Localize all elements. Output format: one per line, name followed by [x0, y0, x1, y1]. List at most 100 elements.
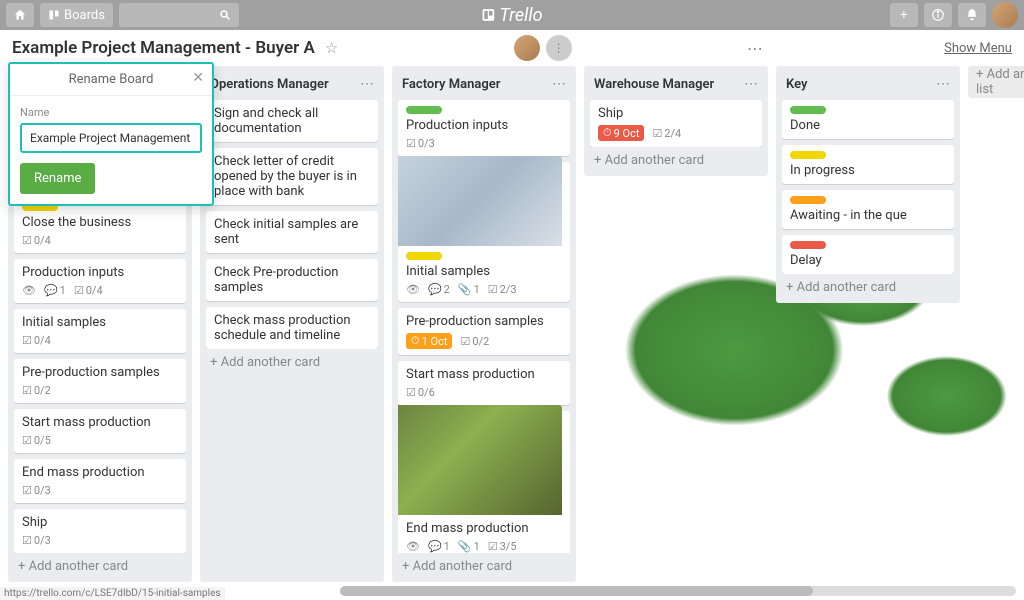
checklist-badge: ☑ 0/5 — [22, 434, 51, 447]
list-title[interactable]: Key — [786, 77, 936, 92]
card[interactable]: End mass production 👁 💬 1 📎 1 ☑ 3/5 — [398, 411, 570, 553]
watch-icon: 👁 — [406, 283, 420, 296]
card[interactable]: Start mass production ☑ 0/5 — [14, 409, 186, 453]
name-field-label: Name — [20, 106, 202, 119]
card[interactable]: Delay — [782, 235, 954, 274]
label-orange — [790, 196, 826, 204]
checklist-badge: ☑ 0/6 — [406, 386, 435, 399]
checklist-badge: ☑ 0/2 — [22, 384, 51, 397]
add-member-button[interactable]: ⋮ — [546, 35, 572, 61]
add-card-button[interactable]: + Add another card — [206, 349, 378, 372]
member-avatar[interactable] — [514, 35, 540, 61]
star-icon[interactable]: ☆ — [325, 39, 338, 57]
card[interactable]: Pre-production samples ⏱ 1 Oct ☑ 0/2 — [398, 308, 570, 355]
trello-logo: Trello — [481, 5, 542, 26]
card[interactable]: Done — [782, 100, 954, 139]
user-avatar[interactable] — [992, 2, 1018, 28]
card-title: Ship — [598, 106, 754, 121]
rename-button[interactable]: Rename — [20, 163, 95, 194]
notifications-button[interactable] — [958, 3, 986, 27]
popover-header: Rename Board ✕ — [10, 64, 212, 96]
boards-label: Boards — [64, 8, 105, 23]
card-title: Initial samples — [406, 264, 562, 279]
card[interactable]: Check initial samples are sent — [206, 211, 378, 253]
info-button[interactable] — [924, 3, 952, 27]
card-title: Check initial samples are sent — [214, 217, 358, 247]
add-card-button[interactable]: + Add another card — [590, 147, 762, 170]
card-title: Awaiting - in the que — [790, 208, 907, 223]
global-header: Boards Trello + — [0, 0, 1024, 30]
card[interactable]: Ship ☑ 0/3 — [14, 509, 186, 553]
card[interactable]: Ship ⏱ 9 Oct ☑ 2/4 — [590, 100, 762, 147]
close-icon[interactable]: ✕ — [192, 70, 204, 86]
board-name-input[interactable] — [20, 123, 202, 153]
home-button[interactable] — [6, 3, 34, 27]
card-title: Start mass production — [406, 367, 562, 382]
card-cover-image — [398, 156, 562, 246]
add-card-button[interactable]: + Add another card — [14, 553, 186, 576]
label-green — [406, 106, 442, 114]
checklist-badge: ☑ 0/4 — [22, 234, 51, 247]
attachment-badge: 📎 1 — [458, 283, 480, 296]
card[interactable]: End mass production ☑ 0/3 — [14, 459, 186, 503]
card-title: Done — [790, 118, 820, 133]
list-factory-manager: Factory Manager⋯ Production inputs ☑ 0/3… — [392, 66, 576, 582]
checklist-badge: ☑ 0/4 — [74, 284, 103, 297]
card-title: Close the business — [22, 215, 178, 230]
card-title: End mass production — [22, 465, 178, 480]
card-title: Start mass production — [22, 415, 178, 430]
popover-title: Rename Board — [69, 72, 154, 87]
checklist-badge: ☑ 0/3 — [22, 534, 51, 547]
card-title: Sign and check all documentation — [214, 106, 318, 136]
card[interactable]: Initial samples 👁 💬 2 📎 1 ☑ 2/3 — [398, 162, 570, 302]
card-title: Pre-production samples — [406, 314, 562, 329]
checklist-badge: ☑ 2/3 — [488, 283, 517, 296]
label-red — [790, 241, 826, 249]
list-menu-icon[interactable]: ⋯ — [744, 76, 758, 92]
board-title[interactable]: Example Project Management - Buyer A — [12, 38, 315, 58]
card[interactable]: Check letter of credit opened by the buy… — [206, 148, 378, 205]
card[interactable]: Check mass production schedule and timel… — [206, 307, 378, 349]
card[interactable]: Pre-production samples ☑ 0/2 — [14, 359, 186, 403]
card-title: Initial samples — [22, 315, 178, 330]
checklist-badge: ☑ 3/5 — [488, 540, 517, 553]
card[interactable]: Awaiting - in the que — [782, 190, 954, 229]
list-warehouse-manager: Warehouse Manager⋯ Ship ⏱ 9 Oct ☑ 2/4 + … — [584, 66, 768, 176]
comments-badge: 💬 1 — [44, 284, 66, 297]
card[interactable]: Production inputs 👁 💬 1 ☑ 0/4 — [14, 259, 186, 303]
card-title: Check Pre-production samples — [214, 265, 338, 295]
boards-button[interactable]: Boards — [40, 3, 113, 27]
search-input[interactable] — [119, 3, 239, 27]
list-title[interactable]: Warehouse Manager — [594, 77, 744, 92]
list-menu-icon[interactable]: ⋯ — [936, 76, 950, 92]
checklist-badge: ☑ 0/4 — [22, 334, 51, 347]
comments-badge: 💬 1 — [428, 540, 450, 553]
card-cover-image — [398, 405, 562, 515]
checklist-badge: ☑ 2/4 — [652, 127, 681, 140]
card-title: Production inputs — [22, 265, 178, 280]
show-menu-link[interactable]: Show Menu — [944, 41, 1012, 56]
list-menu-icon[interactable]: ⋯ — [552, 76, 566, 92]
card[interactable]: Production inputs ☑ 0/3 — [398, 100, 570, 156]
horizontal-scrollbar[interactable] — [340, 586, 1016, 596]
add-list-button[interactable]: + Add another list — [968, 66, 1024, 98]
create-button[interactable]: + — [890, 3, 918, 27]
add-card-button[interactable]: + Add another card — [398, 553, 570, 576]
list-title[interactable]: Factory Manager — [402, 77, 552, 92]
checklist-badge: ☑ 0/3 — [22, 484, 51, 497]
card[interactable]: In progress — [782, 145, 954, 184]
card-title: Check mass production schedule and timel… — [214, 313, 351, 343]
card[interactable]: Check Pre-production samples — [206, 259, 378, 301]
card-title: Delay — [790, 253, 822, 268]
watch-icon: 👁 — [406, 540, 420, 553]
card[interactable]: Sign and check all documentation — [206, 100, 378, 142]
card[interactable]: Start mass production ☑ 0/6 — [398, 361, 570, 405]
list-menu-icon[interactable]: ⋯ — [360, 76, 374, 92]
scrollbar-thumb[interactable] — [340, 586, 813, 596]
list-title[interactable]: Operations Manager — [210, 77, 360, 92]
due-date-badge: ⏱ 1 Oct — [406, 333, 452, 349]
add-card-button[interactable]: + Add another card — [782, 274, 954, 297]
card-title: Check letter of credit opened by the buy… — [214, 154, 357, 199]
card[interactable]: Initial samples ☑ 0/4 — [14, 309, 186, 353]
card-title: Ship — [22, 515, 178, 530]
